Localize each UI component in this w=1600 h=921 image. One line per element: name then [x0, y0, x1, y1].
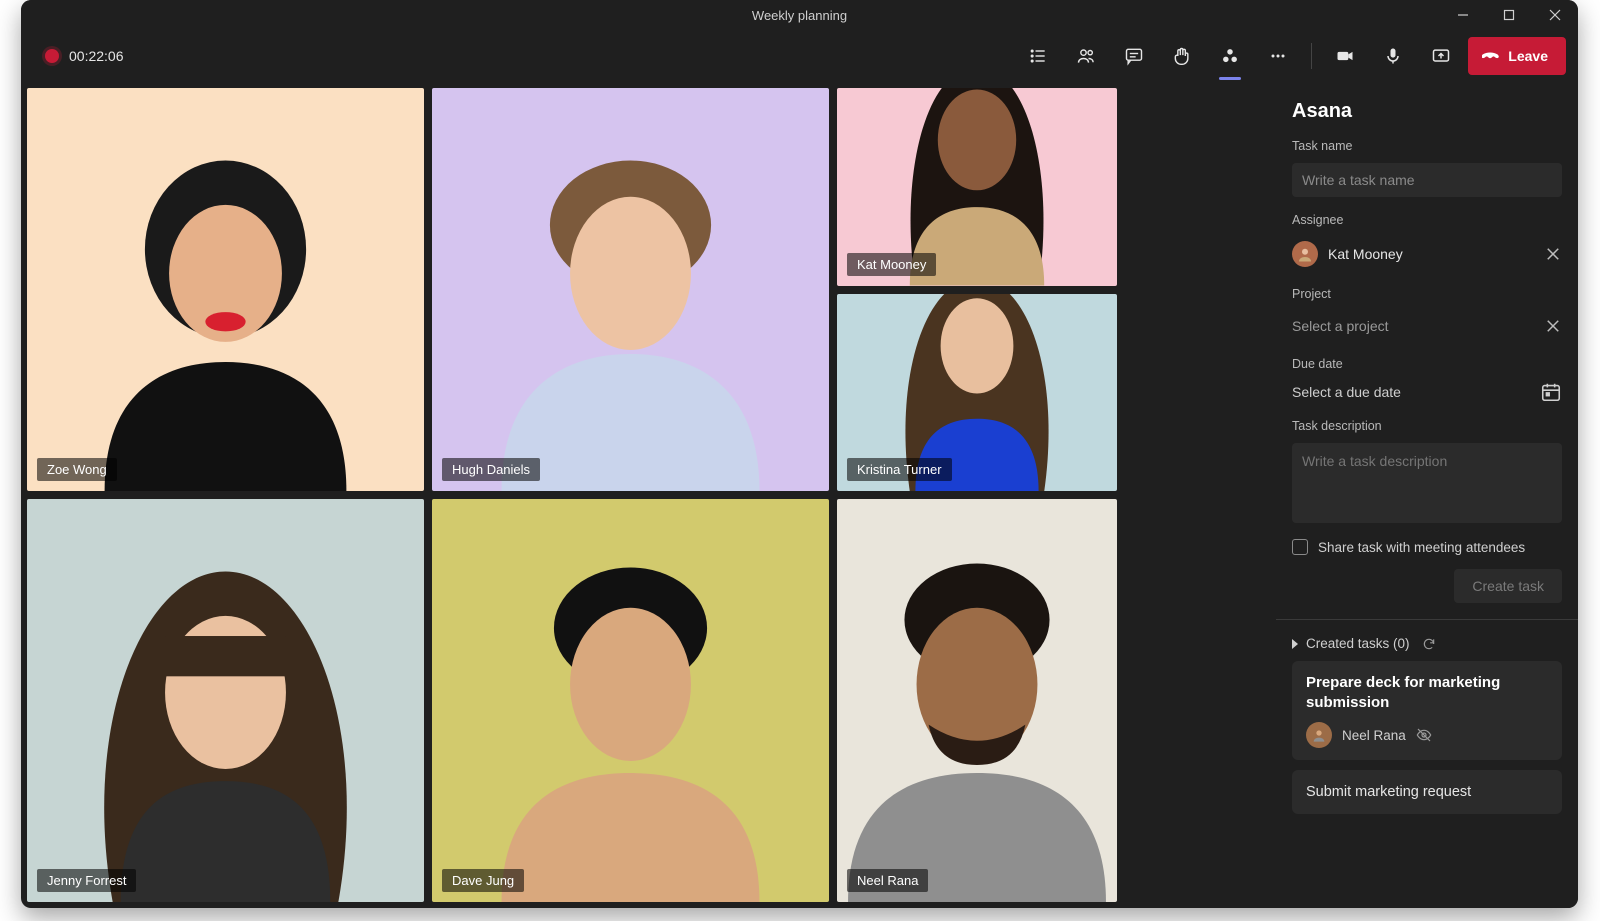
video-tile-kristina[interactable]: Kristina Turner [837, 294, 1117, 492]
panel-divider [1276, 619, 1578, 620]
due-date-label: Due date [1292, 357, 1562, 371]
clear-assignee-button[interactable] [1544, 245, 1562, 263]
refresh-icon[interactable] [1422, 637, 1436, 651]
toolbar-right: Leave [1017, 36, 1566, 76]
task-name-label: Task name [1292, 139, 1562, 153]
title-bar: Weekly planning [21, 0, 1578, 30]
apps-button[interactable] [1209, 36, 1251, 76]
people-icon [1076, 46, 1096, 66]
project-label: Project [1292, 287, 1562, 301]
assignee-chip[interactable]: Kat Mooney [1292, 237, 1562, 271]
name-tag: Zoe Wong [37, 458, 117, 481]
avatar-placeholder-icon [432, 499, 829, 902]
name-tag: Dave Jung [442, 869, 524, 892]
toolbar-left: 00:22:06 [33, 48, 124, 64]
asana-panel: Asana Task name Assignee Kat Mooney Proj… [1276, 82, 1578, 908]
task-name-input[interactable] [1292, 163, 1562, 197]
created-tasks-header[interactable]: Created tasks (0) [1292, 636, 1562, 651]
list-icon [1028, 46, 1048, 66]
share-label: Share task with meeting attendees [1318, 540, 1525, 555]
avatar [1292, 241, 1318, 267]
meeting-timer: 00:22:06 [69, 48, 124, 64]
leave-button[interactable]: Leave [1468, 37, 1566, 75]
microphone-button[interactable] [1372, 36, 1414, 76]
asana-dots-icon [1220, 46, 1240, 66]
name-tag: Kristina Turner [847, 458, 952, 481]
close-button[interactable] [1532, 0, 1578, 30]
hand-icon [1172, 46, 1192, 66]
more-icon [1268, 46, 1288, 66]
task-title: Prepare deck for marketing submission [1306, 673, 1548, 712]
avatar-placeholder-icon [432, 88, 829, 491]
people-button[interactable] [1065, 36, 1107, 76]
clear-project-button[interactable] [1544, 317, 1562, 335]
microphone-icon [1383, 46, 1403, 66]
minimize-icon [1457, 9, 1469, 21]
name-tag: Kat Mooney [847, 253, 936, 276]
video-tile-zoe[interactable]: Zoe Wong [27, 88, 424, 491]
leave-label: Leave [1508, 48, 1548, 64]
video-tile-neel[interactable]: Neel Rana [837, 499, 1117, 902]
due-date-select[interactable]: Select a due date [1292, 381, 1562, 403]
hangup-icon [1482, 47, 1500, 65]
share-checkbox-row[interactable]: Share task with meeting attendees [1292, 539, 1562, 555]
assignee-name: Kat Mooney [1328, 246, 1403, 262]
avatar [1306, 722, 1332, 748]
video-tile-jenny[interactable]: Jenny Forrest [27, 499, 424, 902]
app-window: Weekly planning 00:22:06 [21, 0, 1578, 908]
share-icon [1431, 46, 1451, 66]
name-tag: Neel Rana [847, 869, 928, 892]
maximize-button[interactable] [1486, 0, 1532, 30]
video-tile-kat[interactable]: Kat Mooney [837, 88, 1117, 286]
name-tag: Jenny Forrest [37, 869, 136, 892]
more-button[interactable] [1257, 36, 1299, 76]
main-content: Zoe Wong Hugh Daniels Kat Mooney [21, 82, 1578, 908]
created-tasks-label: Created tasks (0) [1306, 636, 1410, 651]
camera-button[interactable] [1324, 36, 1366, 76]
share-screen-button[interactable] [1420, 36, 1462, 76]
name-tag: Hugh Daniels [442, 458, 540, 481]
due-date-placeholder: Select a due date [1292, 384, 1401, 400]
task-title: Submit marketing request [1306, 784, 1548, 800]
maximize-icon [1503, 9, 1515, 21]
video-tile-dave[interactable]: Dave Jung [432, 499, 829, 902]
calendar-icon [1540, 381, 1562, 403]
task-description-input[interactable] [1292, 443, 1562, 523]
camera-icon [1335, 46, 1355, 66]
task-card[interactable]: Submit marketing request [1292, 770, 1562, 814]
task-assignee-name: Neel Rana [1342, 728, 1406, 743]
avatar-placeholder-icon [27, 88, 424, 491]
window-title: Weekly planning [752, 8, 847, 23]
chat-button[interactable] [1113, 36, 1155, 76]
window-controls [1440, 0, 1578, 30]
person-icon [1296, 245, 1314, 263]
eye-off-icon [1416, 727, 1432, 743]
chat-icon [1124, 46, 1144, 66]
close-icon [1549, 9, 1561, 21]
task-card[interactable]: Prepare deck for marketing submission Ne… [1292, 661, 1562, 760]
person-icon [1311, 727, 1327, 743]
meeting-toolbar: 00:22:06 [21, 30, 1578, 82]
raise-hand-button[interactable] [1161, 36, 1203, 76]
minimize-button[interactable] [1440, 0, 1486, 30]
avatar-placeholder-icon [837, 499, 1117, 902]
toolbar-separator [1311, 43, 1312, 69]
video-grid: Zoe Wong Hugh Daniels Kat Mooney [21, 82, 1276, 908]
project-select[interactable]: Select a project [1292, 311, 1562, 341]
recording-indicator-icon [45, 49, 59, 63]
project-placeholder: Select a project [1292, 318, 1389, 334]
assignee-label: Assignee [1292, 213, 1562, 227]
video-tile-hugh[interactable]: Hugh Daniels [432, 88, 829, 491]
task-assignee: Neel Rana [1306, 722, 1548, 748]
layout-button[interactable] [1017, 36, 1059, 76]
create-task-button[interactable]: Create task [1454, 569, 1562, 603]
caret-right-icon [1292, 639, 1298, 649]
avatar-placeholder-icon [27, 499, 424, 902]
panel-title: Asana [1292, 100, 1562, 123]
checkbox-icon [1292, 539, 1308, 555]
task-description-label: Task description [1292, 419, 1562, 433]
